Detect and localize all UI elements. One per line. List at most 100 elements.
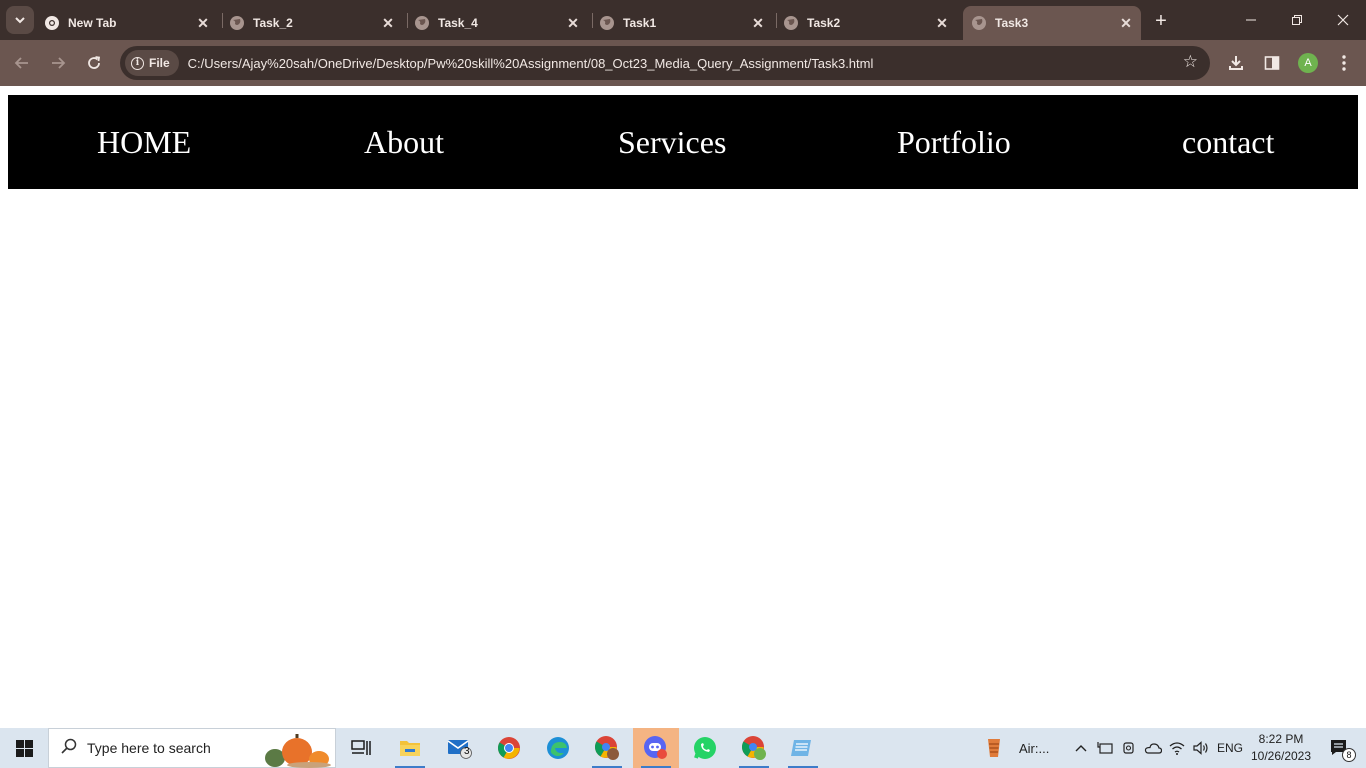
tab-title: New Tab <box>68 16 117 30</box>
mail-badge: 3 <box>464 746 470 757</box>
notepad-icon <box>791 740 811 756</box>
taskbar-search-box[interactable]: Type here to search <box>48 728 336 768</box>
air-quality-icon <box>988 739 1000 757</box>
downloads-button[interactable] <box>1224 51 1248 75</box>
browser-toolbar: i File C:/Users/Ajay%20sah/OneDrive/Desk… <box>0 40 1366 86</box>
speaker-icon <box>1193 741 1208 755</box>
nav-link-services[interactable]: Services <box>618 123 726 161</box>
close-icon[interactable]: ✕ <box>933 14 951 32</box>
chevron-down-icon <box>15 17 25 24</box>
chrome-profile-a-icon <box>742 736 766 760</box>
action-center-button[interactable]: 8 <box>1320 728 1360 768</box>
taskbar-notepad[interactable] <box>780 728 826 768</box>
tray-air-quality[interactable]: Air:... <box>984 728 1066 768</box>
tab-task-2[interactable]: Task_2 ✕ <box>229 6 403 40</box>
tab-task-4[interactable]: Task_4 ✕ <box>414 6 588 40</box>
globe-icon <box>414 15 430 31</box>
task-view-button[interactable] <box>338 728 384 768</box>
pumpkins-decoration-icon <box>265 734 331 768</box>
nav-link-about[interactable]: About <box>364 123 444 161</box>
cloud-icon <box>1144 743 1162 754</box>
nav-link-contact[interactable]: contact <box>1182 123 1274 161</box>
profile-avatar[interactable]: A <box>1298 53 1318 73</box>
new-tab-button[interactable]: + <box>1148 8 1174 34</box>
search-icon <box>61 738 77 759</box>
chrome-profile-icon <box>595 736 619 760</box>
tab-separator <box>407 13 408 28</box>
side-panel-button[interactable] <box>1260 51 1284 75</box>
tray-network[interactable] <box>1166 728 1188 768</box>
search-placeholder: Type here to search <box>87 740 211 756</box>
show-hidden-icons-button[interactable] <box>1070 728 1092 768</box>
forward-button[interactable] <box>44 49 72 77</box>
globe-icon <box>229 15 245 31</box>
chrome-icon <box>44 15 60 31</box>
tab-separator <box>592 13 593 28</box>
tab-task2[interactable]: Task2 ✕ <box>783 6 957 40</box>
restore-button[interactable] <box>1274 0 1320 40</box>
discord-icon <box>644 736 667 759</box>
tab-title: Task_4 <box>438 16 478 30</box>
tray-meet-now[interactable] <box>1118 728 1140 768</box>
back-button[interactable] <box>8 49 36 77</box>
tray-volume[interactable] <box>1190 728 1212 768</box>
site-nav-bar: HOME About Services Portfolio contact <box>8 95 1358 189</box>
globe-icon <box>599 15 615 31</box>
tab-task3[interactable]: Task3 ✕ <box>963 6 1141 40</box>
tab-new-tab[interactable]: New Tab ✕ <box>44 6 218 40</box>
tray-device[interactable] <box>1094 728 1116 768</box>
side-panel-icon <box>1264 56 1280 70</box>
taskbar-clock[interactable]: 8:22 PM 10/26/2023 <box>1246 731 1316 765</box>
site-info-chip[interactable]: i File <box>125 50 179 76</box>
taskbar-chrome-profile[interactable] <box>584 728 630 768</box>
close-icon[interactable]: ✕ <box>1117 14 1135 32</box>
language-label: ENG <box>1216 741 1243 755</box>
tray-onedrive[interactable] <box>1142 728 1164 768</box>
windows-taskbar: Type here to search 3 Air:... ENG 8:22 P… <box>0 728 1366 768</box>
nav-link-portfolio[interactable]: Portfolio <box>897 123 1011 161</box>
tray-language[interactable]: ENG <box>1214 728 1246 768</box>
start-button[interactable] <box>0 728 48 768</box>
windows-logo-icon <box>15 739 33 757</box>
address-bar[interactable]: i File C:/Users/Ajay%20sah/OneDrive/Desk… <box>120 46 1210 80</box>
download-icon <box>1229 56 1243 70</box>
reload-button[interactable] <box>80 49 108 77</box>
close-icon[interactable]: ✕ <box>194 14 212 32</box>
plus-icon: + <box>1155 9 1167 32</box>
taskbar-file-explorer[interactable] <box>387 728 433 768</box>
close-icon[interactable]: ✕ <box>564 14 582 32</box>
clock-date: 10/26/2023 <box>1250 749 1312 763</box>
tab-separator <box>222 13 223 28</box>
wifi-icon <box>1169 742 1185 755</box>
taskbar-whatsapp[interactable] <box>682 728 728 768</box>
close-window-button[interactable] <box>1320 0 1366 40</box>
close-icon[interactable]: ✕ <box>379 14 397 32</box>
info-icon: i <box>131 56 144 70</box>
file-explorer-icon <box>400 741 420 756</box>
edge-icon <box>547 737 569 759</box>
minimize-icon <box>1246 19 1256 21</box>
tab-task1[interactable]: Task1 ✕ <box>599 6 773 40</box>
bookmark-star-icon[interactable]: ☆ <box>1183 52 1198 72</box>
nav-link-home[interactable]: HOME <box>97 123 191 161</box>
tab-search-button[interactable] <box>6 6 34 34</box>
tab-separator <box>776 13 777 28</box>
web-page: HOME About Services Portfolio contact <box>0 86 1366 728</box>
browser-tab-strip: New Tab ✕ Task_2 ✕ Task_4 ✕ Task1 ✕ Task… <box>0 0 1366 40</box>
close-icon[interactable]: ✕ <box>749 14 767 32</box>
device-icon <box>1097 742 1113 754</box>
taskbar-chrome-profile-a[interactable] <box>731 728 777 768</box>
url-text[interactable]: C:/Users/Ajay%20sah/OneDrive/Desktop/Pw%… <box>188 56 874 71</box>
globe-icon <box>783 15 799 31</box>
minimize-button[interactable] <box>1228 0 1274 40</box>
browser-menu-button[interactable] <box>1332 51 1356 75</box>
taskbar-mail[interactable]: 3 <box>437 728 483 768</box>
tab-title: Task3 <box>995 16 1029 30</box>
camera-icon <box>1123 742 1134 754</box>
taskbar-chrome[interactable] <box>486 728 532 768</box>
air-quality-label: Air:... <box>1019 740 1050 756</box>
taskbar-edge[interactable] <box>535 728 581 768</box>
tab-title: Task1 <box>623 16 657 30</box>
arrow-left-icon <box>14 57 28 69</box>
taskbar-discord[interactable] <box>633 728 679 768</box>
